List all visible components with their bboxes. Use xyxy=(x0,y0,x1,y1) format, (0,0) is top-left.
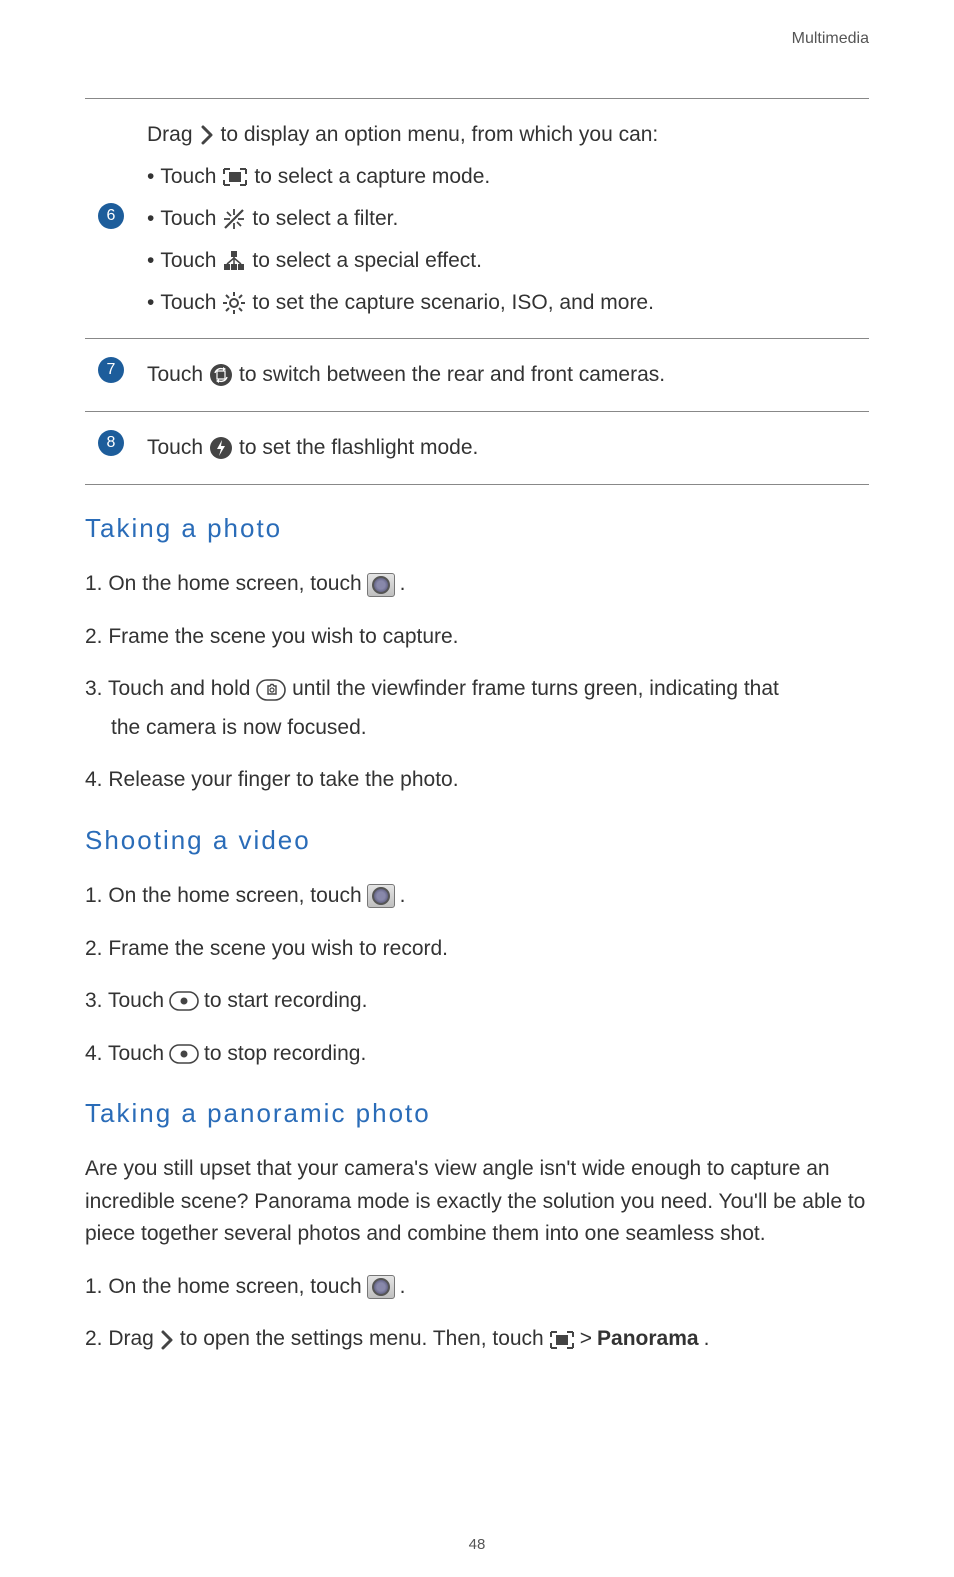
photo-step-3: 3. Touch and hold until the viewfinder f… xyxy=(85,673,869,744)
badge-7: 7 xyxy=(98,357,124,383)
heading-shooting-video: Shooting a video xyxy=(85,825,869,856)
text: to open the settings menu. Then, touch xyxy=(180,1323,544,1356)
row6-line1: Drag to display an option menu, from whi… xyxy=(147,115,869,155)
text: Touch xyxy=(160,283,216,323)
badge-cell: 7 xyxy=(85,353,137,383)
badge-cell: 6 xyxy=(85,113,137,229)
row8-line: Touch to set the flashlight mode. xyxy=(147,428,869,468)
bullet: • xyxy=(147,283,154,323)
row7-line: Touch to switch between the rear and fro… xyxy=(147,355,869,395)
text: to select a filter. xyxy=(252,199,398,239)
feature-table: 6 Drag to display an option menu, from w… xyxy=(85,98,869,485)
pano-step-1: 1. On the home screen, touch . xyxy=(85,1271,869,1304)
row6-b1: • Touch to select a capture mode. xyxy=(147,157,869,197)
text: 2. Frame the scene you wish to record. xyxy=(85,933,448,966)
filter-icon xyxy=(222,207,246,231)
pano-step-2: 2. Drag to open the settings menu. Then,… xyxy=(85,1323,869,1356)
row6-content: Drag to display an option menu, from whi… xyxy=(137,113,869,324)
gear-icon xyxy=(222,291,246,315)
shutter-icon xyxy=(256,679,286,701)
text: to stop recording. xyxy=(204,1038,366,1071)
text: . xyxy=(400,568,406,601)
badge-cell: 8 xyxy=(85,426,137,456)
switch-camera-icon xyxy=(209,363,233,387)
bullet: • xyxy=(147,157,154,197)
text: 4. Touch xyxy=(85,1038,164,1071)
text: Touch xyxy=(160,241,216,281)
camera-app-icon xyxy=(367,573,395,597)
badge-8: 8 xyxy=(98,430,124,456)
text: 4. Release your finger to take the photo… xyxy=(85,764,459,797)
capture-mode-icon xyxy=(549,1330,575,1350)
video-step-1: 1. On the home screen, touch . xyxy=(85,880,869,913)
text: 1. On the home screen, touch xyxy=(85,1271,362,1304)
special-effect-icon xyxy=(222,250,246,272)
page-number: 48 xyxy=(0,1536,954,1553)
bullet: • xyxy=(147,199,154,239)
text: to set the flashlight mode. xyxy=(239,428,478,468)
text: to switch between the rear and front cam… xyxy=(239,355,665,395)
text: 3. Touch xyxy=(85,985,164,1018)
photo-step-4: 4. Release your finger to take the photo… xyxy=(85,764,869,797)
text: . xyxy=(400,880,406,913)
text: 1. On the home screen, touch xyxy=(85,880,362,913)
text: to select a capture mode. xyxy=(254,157,490,197)
record-icon xyxy=(169,1044,199,1064)
row6-b3: • Touch to select a special effect. xyxy=(147,241,869,281)
text: 1. On the home screen, touch xyxy=(85,568,362,601)
text: 3. Touch and hold xyxy=(85,677,250,700)
table-row: 7 Touch to switch between the rear and f… xyxy=(85,339,869,412)
row6-b2: • Touch to select a filter. xyxy=(147,199,869,239)
row6-b4: • Touch to set the capture scenario, ISO… xyxy=(147,283,869,323)
text: 2. Frame the scene you wish to capture. xyxy=(85,621,459,654)
photo-step-2: 2. Frame the scene you wish to capture. xyxy=(85,621,869,654)
pano-intro: Are you still upset that your camera's v… xyxy=(85,1153,869,1251)
text: to set the capture scenario, ISO, and mo… xyxy=(252,283,654,323)
heading-taking-photo: Taking a photo xyxy=(85,513,869,544)
video-step-2: 2. Frame the scene you wish to record. xyxy=(85,933,869,966)
record-icon xyxy=(169,991,199,1011)
text: to display an option menu, from which yo… xyxy=(221,115,659,155)
capture-mode-icon xyxy=(222,167,248,187)
text: until the viewfinder frame turns green, … xyxy=(292,677,779,700)
camera-app-icon xyxy=(367,884,395,908)
panorama-label: Panorama xyxy=(597,1323,699,1356)
table-row: 8 Touch to set the flashlight mode. xyxy=(85,412,869,485)
row8-content: Touch to set the flashlight mode. xyxy=(137,426,869,470)
text-cont: the camera is now focused. xyxy=(85,712,869,745)
text: > xyxy=(580,1323,592,1356)
text: . xyxy=(400,1271,406,1304)
text: to start recording. xyxy=(204,985,367,1018)
flash-icon xyxy=(209,436,233,460)
chevron-right-icon xyxy=(199,124,215,146)
text: to select a special effect. xyxy=(252,241,482,281)
page-header: Multimedia xyxy=(85,30,869,48)
text: 2. Drag xyxy=(85,1323,154,1356)
table-row: 6 Drag to display an option menu, from w… xyxy=(85,99,869,339)
text: . xyxy=(704,1323,710,1356)
text: Drag xyxy=(147,115,193,155)
photo-step-1: 1. On the home screen, touch . xyxy=(85,568,869,601)
row7-content: Touch to switch between the rear and fro… xyxy=(137,353,869,397)
text: Touch xyxy=(147,355,203,395)
chevron-right-icon xyxy=(159,1329,175,1351)
text: Touch xyxy=(160,157,216,197)
video-step-4: 4. Touch to stop recording. xyxy=(85,1038,869,1071)
text: Touch xyxy=(160,199,216,239)
video-step-3: 3. Touch to start recording. xyxy=(85,985,869,1018)
badge-6: 6 xyxy=(98,203,124,229)
text: Touch xyxy=(147,428,203,468)
heading-panoramic: Taking a panoramic photo xyxy=(85,1098,869,1129)
camera-app-icon xyxy=(367,1275,395,1299)
bullet: • xyxy=(147,241,154,281)
